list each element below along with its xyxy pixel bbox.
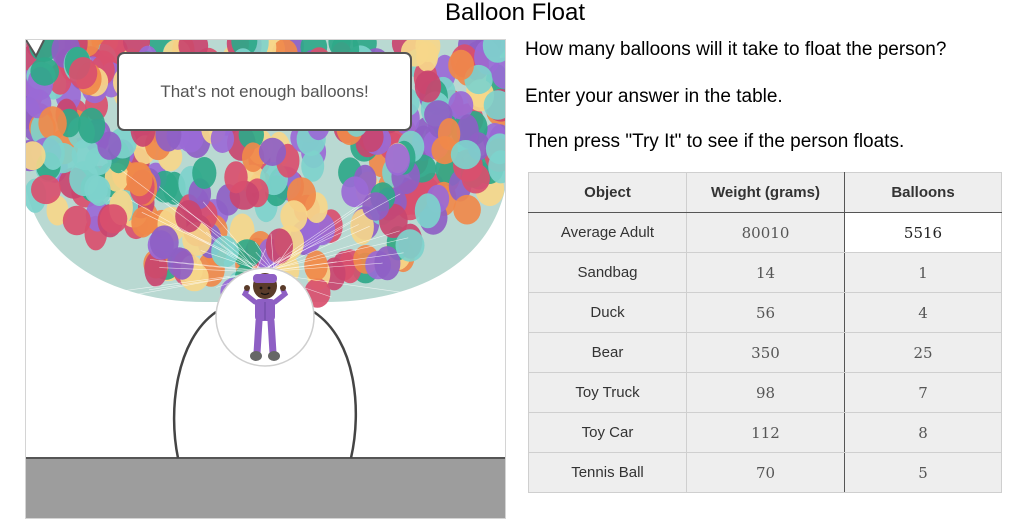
table-row: Tennis Ball 70 5 [528, 452, 1002, 493]
balloon [99, 204, 128, 234]
balloon [170, 248, 194, 280]
balloon [450, 140, 481, 170]
weight-cell: 14 [686, 252, 845, 293]
balloon [224, 161, 248, 194]
table-row: Bear 350 25 [528, 332, 1002, 373]
balloon [414, 70, 442, 103]
table-row: Sandbag 14 1 [528, 252, 1002, 293]
balloon [126, 162, 153, 197]
table-row: Toy Car 112 8 [528, 412, 1002, 453]
balloon [258, 137, 287, 166]
balloon-scene: That's not enough balloons! [25, 39, 506, 519]
balloon [84, 174, 108, 204]
header-weight: Weight (grams) [686, 172, 845, 213]
balloon [71, 139, 101, 171]
balloon [448, 49, 474, 81]
arch-left [172, 310, 217, 459]
weight-cell: 98 [686, 372, 845, 413]
object-cell: Average Adult [528, 212, 687, 253]
balloons-cell: 4 [844, 292, 1002, 333]
object-cell: Sandbag [528, 252, 687, 293]
header-balloons: Balloons [844, 172, 1002, 213]
balloon [453, 194, 481, 225]
table-row: Duck 56 4 [528, 292, 1002, 333]
weight-cell: 350 [686, 332, 845, 373]
object-cell: Tennis Ball [528, 452, 687, 493]
balloon [68, 57, 98, 90]
balloons-cell: 7 [844, 372, 1002, 413]
instruction-try: Then press "Try It" to see if the person… [525, 131, 905, 152]
table-row: Toy Truck 98 7 [528, 372, 1002, 413]
balloon [280, 200, 308, 232]
speech-bubble-tail [26, 40, 45, 58]
balloon [385, 143, 410, 176]
instruction-enter: Enter your answer in the table. [525, 86, 783, 107]
weight-cell: 56 [686, 292, 845, 333]
balloon [31, 174, 61, 205]
balloon [362, 192, 390, 221]
balloon [78, 107, 106, 144]
instruction-question: How many balloons will it take to float … [525, 39, 947, 60]
weights-table: Object Weight (grams) Balloons Average A… [528, 172, 1002, 493]
object-cell: Toy Truck [528, 372, 687, 413]
balloon [62, 205, 91, 236]
weight-cell: 70 [686, 452, 845, 493]
balloon [38, 106, 67, 141]
balloon [192, 157, 217, 189]
balloon [30, 57, 59, 86]
table-row: Average Adult 80010 5516 [528, 212, 1002, 253]
object-cell: Bear [528, 332, 687, 373]
table-header-row: Object Weight (grams) Balloons [528, 172, 1002, 213]
object-cell: Duck [528, 292, 687, 333]
balloons-cell: 25 [844, 332, 1002, 373]
ground [26, 458, 505, 518]
balloon [395, 229, 425, 262]
speech-bubble-text: That's not enough balloons! [160, 81, 369, 101]
weight-cell: 112 [686, 412, 845, 453]
balloons-cell: 1 [844, 252, 1002, 293]
arch-right [313, 310, 358, 459]
speech-bubble: That's not enough balloons! [117, 52, 412, 131]
page-title: Balloon Float [444, 0, 586, 26]
balloons-cell: 8 [844, 412, 1002, 453]
header-object: Object [528, 172, 687, 213]
weight-cell: 80010 [686, 212, 845, 253]
balloons-answer-input[interactable]: 5516 [844, 212, 1002, 253]
object-cell: Toy Car [528, 412, 687, 453]
balloons-cell: 5 [844, 452, 1002, 493]
balloon [416, 41, 439, 72]
balloon [414, 193, 441, 229]
